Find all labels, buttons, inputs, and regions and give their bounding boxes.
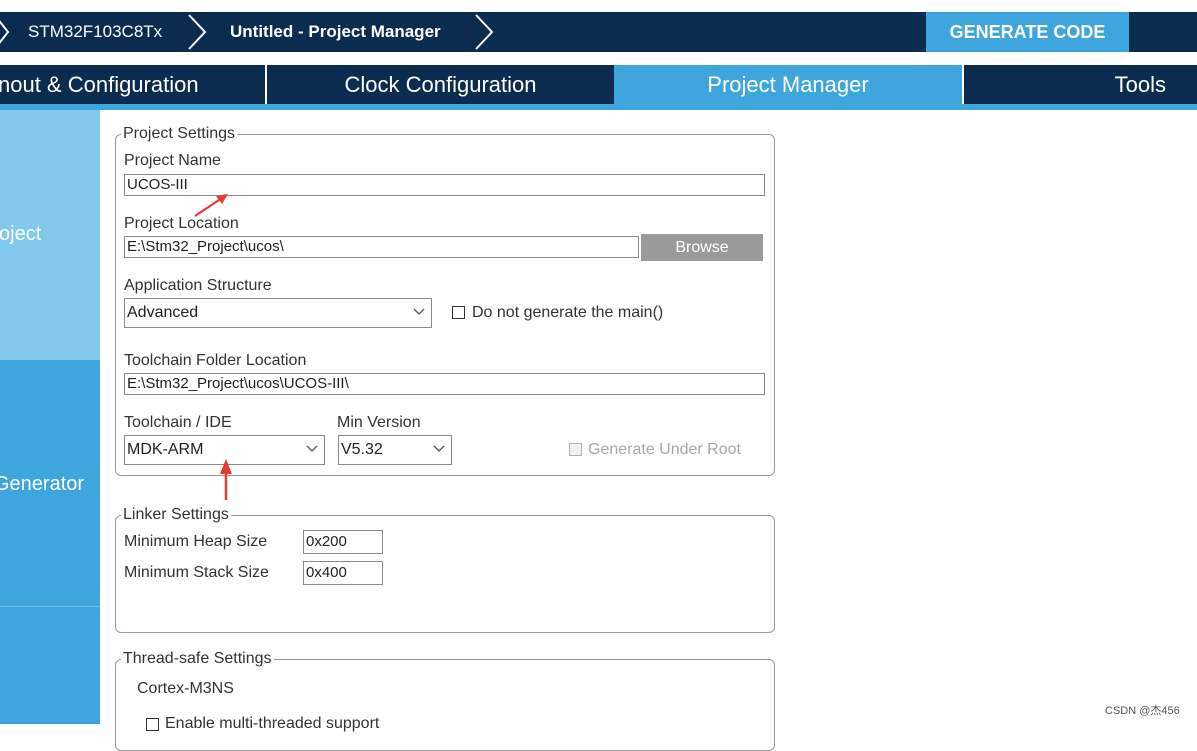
do-not-generate-main-label: Do not generate the main() (472, 304, 664, 321)
generate-under-root-checkbox[interactable] (569, 443, 582, 456)
min-heap-size-input[interactable]: 0x200 (303, 530, 383, 554)
toolchain-ide-label: Toolchain / IDE (124, 414, 232, 431)
project-location-label: Project Location (124, 215, 239, 232)
chevron-right-icon (475, 14, 494, 50)
project-location-input[interactable]: E:\Stm32_Project\ucos\ (124, 236, 639, 258)
do-not-generate-main-checkbox[interactable] (452, 306, 465, 319)
chevron-down-icon (433, 445, 445, 452)
sidebar: oject Generator (0, 110, 100, 724)
select-value: MDK-ARM (127, 441, 204, 458)
breadcrumb-item-project[interactable]: Untitled - Project Manager (230, 12, 441, 52)
project-name-label: Project Name (124, 152, 221, 169)
thread-safe-settings-group: Thread-safe Settings Cortex-M3NS Enable … (115, 650, 775, 751)
sidebar-item-code-generator[interactable]: Generator (0, 360, 100, 607)
tab-tools[interactable]: Tools (964, 65, 1197, 104)
project-name-input[interactable]: UCOS-III (124, 174, 765, 196)
chevron-down-icon (413, 308, 425, 315)
chevron-down-icon (306, 445, 318, 452)
min-stack-size-label: Minimum Stack Size (124, 564, 269, 581)
top-margin (0, 0, 1197, 12)
tab-pinout-configuration[interactable]: nout & Configuration (0, 65, 265, 104)
select-value: Advanced (127, 304, 199, 321)
tab-gap (0, 52, 1197, 65)
tab-underline (0, 104, 1197, 110)
application-structure-select[interactable]: Advanced (124, 298, 432, 328)
sidebar-item-label: oject (0, 223, 42, 245)
watermark: CSDN @杰456 (1105, 705, 1180, 717)
min-version-label: Min Version (337, 414, 421, 431)
toolchain-folder-label: Toolchain Folder Location (124, 352, 307, 369)
toolchain-folder-input[interactable]: E:\Stm32_Project\ucos\UCOS-III\ (124, 373, 765, 395)
tab-label: Project Manager (707, 72, 869, 97)
enable-multithread-checkbox[interactable] (146, 718, 159, 731)
generate-under-root-label: Generate Under Root (588, 441, 741, 458)
tab-label: Clock Configuration (344, 72, 537, 97)
toolchain-ide-select[interactable]: MDK-ARM (124, 435, 325, 465)
group-legend: Project Settings (121, 125, 238, 143)
tab-clock-configuration[interactable]: Clock Configuration (267, 65, 614, 104)
sidebar-item-label: Generator (0, 473, 85, 495)
breadcrumb: STM32F103C8Tx Untitled - Project Manager… (0, 12, 1197, 52)
sidebar-item-project[interactable]: oject (0, 110, 100, 360)
main-tabs: nout & Configuration Clock Configuration… (0, 65, 1197, 104)
min-stack-size-input[interactable]: 0x400 (303, 561, 383, 585)
tab-label: nout & Configuration (0, 72, 199, 97)
group-legend: Linker Settings (121, 506, 231, 524)
tab-project-manager[interactable]: Project Manager (614, 65, 962, 104)
application-structure-label: Application Structure (124, 277, 272, 294)
tab-label: Tools (1114, 72, 1166, 97)
breadcrumb-item-mcu[interactable]: STM32F103C8Tx (28, 12, 162, 52)
generate-code-button[interactable]: GENERATE CODE (926, 12, 1129, 52)
chevron-right-icon (0, 20, 10, 44)
core-label: Cortex-M3NS (137, 680, 234, 697)
enable-multithread-label: Enable multi-threaded support (165, 715, 380, 732)
project-settings-group: Project Settings Project Name UCOS-III P… (115, 125, 775, 476)
min-heap-size-label: Minimum Heap Size (124, 533, 268, 550)
chevron-right-icon (188, 14, 207, 50)
sidebar-item-advanced-settings[interactable] (0, 607, 100, 724)
group-legend: Thread-safe Settings (121, 650, 274, 668)
linker-settings-group: Linker Settings Minimum Heap Size 0x200 … (115, 506, 775, 633)
select-value: V5.32 (341, 441, 383, 458)
min-version-select[interactable]: V5.32 (338, 435, 452, 465)
browse-button[interactable]: Browse (641, 234, 763, 261)
